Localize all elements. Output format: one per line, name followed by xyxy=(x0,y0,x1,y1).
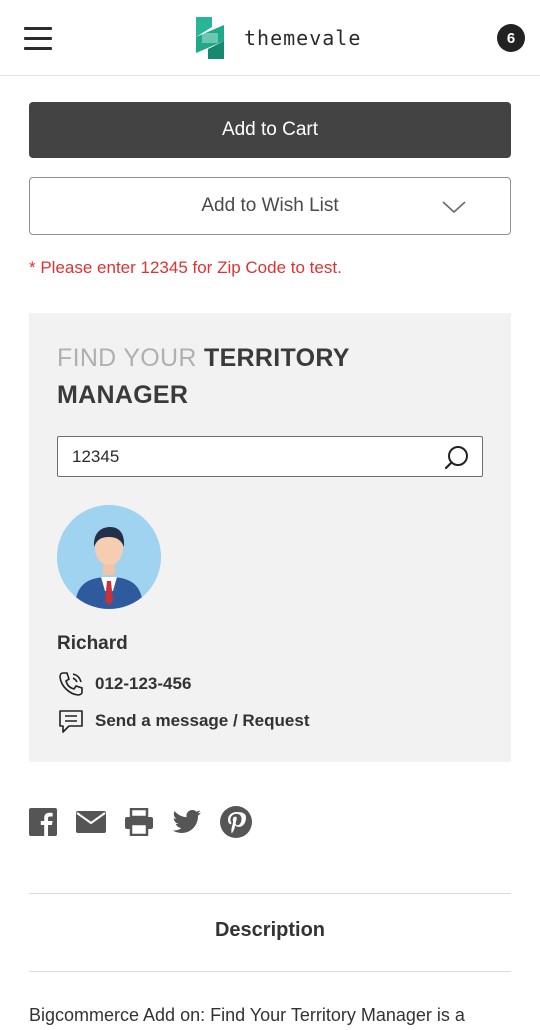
add-to-cart-button[interactable]: Add to Cart xyxy=(29,102,511,158)
phone-icon xyxy=(59,672,83,696)
themevale-logo-icon xyxy=(196,17,224,59)
zip-search-box xyxy=(57,436,483,477)
cart-count-badge[interactable]: 6 xyxy=(497,24,525,52)
message-icon xyxy=(59,710,83,733)
panel-title: FIND YOUR TERRITORY MANAGER xyxy=(57,340,437,414)
twitter-icon[interactable] xyxy=(172,809,202,835)
print-icon[interactable] xyxy=(124,808,154,836)
add-to-wish-list-button[interactable]: Add to Wish List xyxy=(29,177,511,235)
facebook-icon[interactable] xyxy=(29,808,57,836)
pinterest-icon[interactable] xyxy=(220,806,252,838)
top-header: themevale 6 xyxy=(0,0,540,76)
manager-phone-row[interactable]: 012-123-456 xyxy=(57,670,191,698)
territory-manager-panel: FIND YOUR TERRITORY MANAGER Richard 012-… xyxy=(29,313,511,762)
description-text: Bigcommerce Add on: Find Your Territory … xyxy=(29,1005,465,1025)
social-share-bar xyxy=(29,806,270,838)
hamburger-menu-icon[interactable] xyxy=(24,25,54,51)
zip-search-input[interactable] xyxy=(72,444,432,469)
divider-bottom xyxy=(29,971,511,972)
manager-name: Richard xyxy=(57,633,128,654)
send-message-label: Send a message / Request xyxy=(95,711,310,730)
chevron-down-icon xyxy=(442,201,466,214)
manager-phone: 012-123-456 xyxy=(95,674,192,693)
manager-avatar xyxy=(57,505,161,609)
email-icon[interactable] xyxy=(76,810,106,834)
wish-list-label: Add to Wish List xyxy=(201,195,339,216)
divider-top xyxy=(29,893,511,894)
zip-code-note: * Please enter 12345 for Zip Code to tes… xyxy=(29,258,342,277)
send-message-link[interactable]: Send a message / Request xyxy=(57,707,309,735)
tab-description[interactable]: Description xyxy=(29,919,511,942)
brand-logo[interactable]: themevale xyxy=(192,15,361,61)
search-icon[interactable] xyxy=(444,445,470,471)
panel-title-light: FIND YOUR xyxy=(57,344,197,372)
brand-name: themevale xyxy=(244,26,362,50)
